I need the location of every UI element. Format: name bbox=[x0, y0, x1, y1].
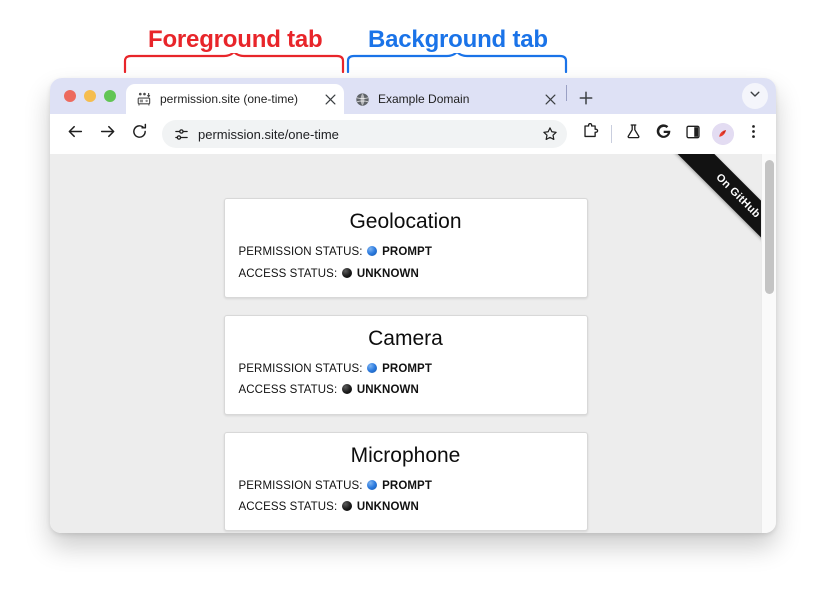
black-dot bbox=[341, 501, 352, 512]
minimize-window-button[interactable] bbox=[84, 90, 96, 102]
forward-button[interactable] bbox=[92, 119, 122, 149]
page-scrollbar[interactable] bbox=[761, 154, 776, 533]
maximize-window-button[interactable] bbox=[104, 90, 116, 102]
black-dot bbox=[341, 384, 352, 395]
tab-close-button-permission-site[interactable] bbox=[320, 89, 340, 109]
permission-site-favicon bbox=[136, 91, 152, 107]
browser-menu-button[interactable] bbox=[739, 120, 767, 148]
permission-status-row: PERMISSION STATUS: PROMPT bbox=[239, 476, 573, 497]
address-bar[interactable]: permission.site/one-time bbox=[162, 120, 567, 148]
permission-status-row: PERMISSION STATUS: PROMPT bbox=[239, 359, 573, 380]
reload-icon bbox=[131, 123, 148, 145]
permission-status-label: PERMISSION STATUS: bbox=[238, 246, 363, 259]
close-window-button[interactable] bbox=[64, 90, 76, 102]
permission-card-list: Geolocation PERMISSION STATUS: PROMPT AC… bbox=[50, 154, 761, 533]
tune-sliders-icon[interactable] bbox=[172, 125, 190, 143]
labs-button[interactable] bbox=[619, 120, 647, 148]
reload-button[interactable] bbox=[124, 119, 154, 149]
permission-card-title: Microphone bbox=[350, 443, 461, 467]
access-status-label: ACCESS STATUS: bbox=[238, 501, 338, 514]
google-g-icon bbox=[655, 123, 672, 145]
permission-card-geolocation[interactable]: Geolocation PERMISSION STATUS: PROMPT AC… bbox=[223, 198, 588, 298]
browser-window: permission.site (one-time) Example Domai… bbox=[50, 78, 776, 533]
flask-icon bbox=[625, 123, 642, 145]
permission-status-row: PERMISSION STATUS: PROMPT bbox=[239, 242, 573, 263]
access-status-label: ACCESS STATUS: bbox=[238, 384, 338, 397]
blue-dot bbox=[366, 363, 377, 374]
blue-dot bbox=[366, 479, 377, 490]
access-status-row: ACCESS STATUS: UNKNOWN bbox=[239, 497, 573, 518]
access-status-value: UNKNOWN bbox=[356, 267, 419, 280]
access-status-label: ACCESS STATUS: bbox=[238, 267, 338, 280]
tab-title-permission-site: permission.site (one-time) bbox=[160, 92, 299, 106]
three-dot-menu-icon bbox=[746, 124, 761, 144]
globe-icon bbox=[354, 91, 370, 107]
permission-card-camera[interactable]: Camera PERMISSION STATUS: PROMPT ACCESS … bbox=[223, 314, 588, 415]
annotation-layer: Foreground tab Background tab bbox=[0, 0, 826, 90]
permission-status-label: PERMISSION STATUS: bbox=[238, 479, 363, 492]
permission-status-value: PROMPT bbox=[382, 246, 432, 259]
side-panel-icon bbox=[685, 124, 701, 145]
arrow-right-icon bbox=[99, 123, 116, 145]
tab-close-button-example-domain[interactable] bbox=[540, 89, 560, 109]
foreground-tab-brace bbox=[122, 50, 346, 78]
foreground-tab-annotation-label: Foreground tab bbox=[148, 26, 323, 53]
permission-card-microphone[interactable]: Microphone PERMISSION STATUS: PROMPT ACC… bbox=[223, 431, 588, 532]
permission-card-title: Geolocation bbox=[349, 210, 462, 233]
profile-avatar[interactable] bbox=[712, 123, 734, 145]
background-tab-annotation-label: Background tab bbox=[368, 26, 548, 53]
browser-toolbar: permission.site/one-time bbox=[50, 114, 776, 154]
star-icon[interactable] bbox=[537, 121, 563, 147]
tab-title-example-domain: Example Domain bbox=[378, 92, 470, 106]
access-status-value: UNKNOWN bbox=[356, 501, 419, 514]
background-tab-brace bbox=[345, 50, 569, 78]
permission-status-value: PROMPT bbox=[382, 479, 432, 492]
puzzle-piece-icon bbox=[582, 122, 599, 145]
permission-status-value: PROMPT bbox=[382, 363, 432, 376]
blue-dot bbox=[366, 246, 377, 257]
access-status-value: UNKNOWN bbox=[356, 384, 419, 397]
side-panel-button[interactable] bbox=[679, 120, 707, 148]
extensions-button[interactable] bbox=[576, 120, 604, 148]
access-status-row: ACCESS STATUS: UNKNOWN bbox=[239, 264, 573, 285]
permission-status-label: PERMISSION STATUS: bbox=[238, 363, 363, 376]
toolbar-separator bbox=[611, 125, 612, 143]
url-text[interactable]: permission.site/one-time bbox=[198, 127, 537, 142]
page-scrollbar-thumb[interactable] bbox=[765, 160, 774, 294]
access-status-row: ACCESS STATUS: UNKNOWN bbox=[239, 380, 573, 401]
permission-card-title: Camera bbox=[368, 326, 443, 350]
page-content: Geolocation PERMISSION STATUS: PROMPT AC… bbox=[50, 154, 761, 533]
page-viewport: Geolocation PERMISSION STATUS: PROMPT AC… bbox=[50, 154, 776, 533]
google-search-button[interactable] bbox=[649, 120, 677, 148]
black-dot bbox=[341, 267, 352, 278]
arrow-left-icon bbox=[67, 123, 84, 145]
back-button[interactable] bbox=[60, 119, 90, 149]
